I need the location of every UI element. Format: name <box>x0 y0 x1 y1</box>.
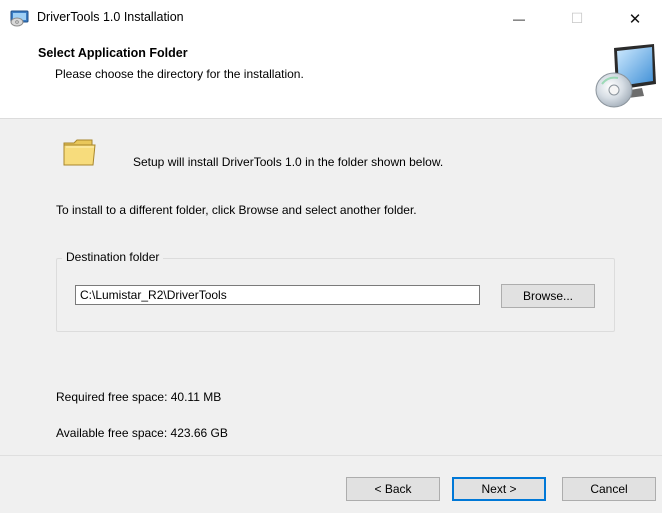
wizard-footer: < Back Next > Cancel <box>0 455 662 513</box>
title-bar[interactable]: DriverTools 1.0 Installation — ☐ ✕ <box>0 0 662 37</box>
setup-description: Setup will install DriverTools 1.0 in th… <box>133 155 444 169</box>
available-space-text: Available free space: 423.66 GB <box>56 426 228 440</box>
close-icon: ✕ <box>628 10 642 28</box>
maximize-icon: ☐ <box>570 10 584 26</box>
browse-instruction: To install to a different folder, click … <box>56 203 417 217</box>
browse-button[interactable]: Browse... <box>501 284 595 308</box>
destination-folder-input[interactable] <box>75 285 480 305</box>
maximize-button[interactable]: ☐ <box>554 0 600 37</box>
cancel-button[interactable]: Cancel <box>562 477 656 501</box>
folder-icon <box>63 139 96 166</box>
wizard-content: Setup will install DriverTools 1.0 in th… <box>0 119 662 455</box>
minimize-icon: — <box>513 11 525 26</box>
page-subtitle: Please choose the directory for the inst… <box>55 67 304 81</box>
close-button[interactable]: ✕ <box>612 0 658 37</box>
minimize-button[interactable]: — <box>496 0 542 37</box>
monitor-disc-icon <box>595 44 656 108</box>
back-button[interactable]: < Back <box>346 477 440 501</box>
page-title: Select Application Folder <box>38 46 188 60</box>
destination-group-label: Destination folder <box>62 250 164 264</box>
required-space-text: Required free space: 40.11 MB <box>56 390 222 404</box>
window-title: DriverTools 1.0 Installation <box>37 10 184 24</box>
next-button[interactable]: Next > <box>452 477 546 501</box>
installer-disc-icon <box>10 10 29 27</box>
wizard-header: Select Application Folder Please choose … <box>0 37 662 119</box>
